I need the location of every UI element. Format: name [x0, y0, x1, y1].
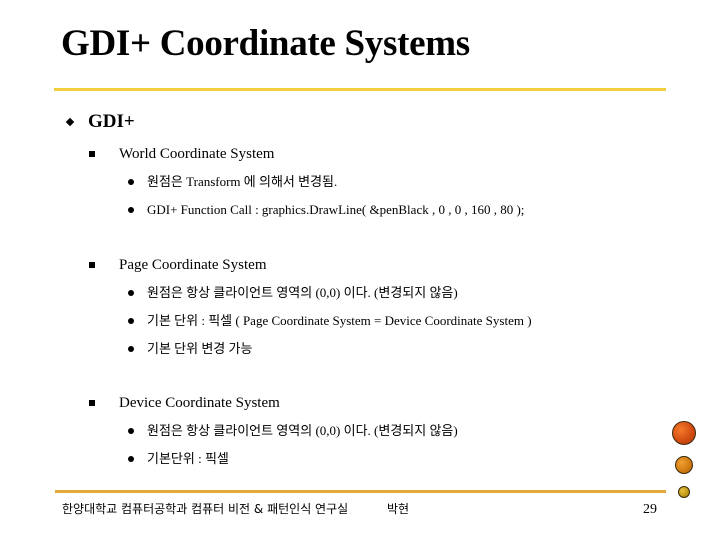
dot-bullet-icon	[128, 318, 134, 324]
dot-bullet-icon	[128, 346, 134, 352]
dot-bullet-icon	[128, 290, 134, 296]
section-label-world: World Coordinate System	[119, 146, 275, 162]
section-label-page: Page Coordinate System	[119, 257, 267, 273]
bullet-text: 기본 단위 : 픽셀 ( Page Coordinate System = De…	[147, 313, 532, 328]
bullet-text: 기본단위 : 픽셀	[147, 451, 229, 466]
bullet-text: 원점은 항상 클라이언트 영역의 (0,0) 이다. (변경되지 않음)	[147, 285, 458, 300]
dot-bullet-icon	[128, 207, 134, 213]
square-bullet-icon	[89, 400, 95, 406]
bullet-text: 원점은 Transform 에 의해서 변경됨.	[147, 174, 338, 189]
top-divider	[54, 88, 666, 91]
page-number: 29	[643, 502, 657, 517]
decor-circle-medium-icon	[675, 456, 693, 474]
bullet-text: 기본 단위 변경 가능	[147, 341, 253, 356]
outline-heading: GDI+	[88, 111, 135, 132]
decor-circle-large-icon	[672, 421, 696, 445]
square-bullet-icon	[89, 151, 95, 157]
bullet-text: GDI+ Function Call : graphics.DrawLine( …	[147, 202, 525, 217]
dot-bullet-icon	[128, 179, 134, 185]
square-bullet-icon	[89, 262, 95, 268]
diamond-bullet-icon	[65, 117, 75, 127]
footer-author: 박현	[387, 502, 410, 516]
slide-title: GDI+ Coordinate Systems	[61, 23, 470, 64]
decor-circle-small-icon	[678, 486, 690, 498]
section-label-device: Device Coordinate System	[119, 395, 280, 411]
dot-bullet-icon	[128, 428, 134, 434]
bullet-text: 원점은 항상 클라이언트 영역의 (0,0) 이다. (변경되지 않음)	[147, 423, 458, 438]
dot-bullet-icon	[128, 456, 134, 462]
footer-affiliation: 한양대학교 컴퓨터공학과 컴퓨터 비전 & 패턴인식 연구실	[62, 502, 349, 516]
bottom-divider	[55, 490, 666, 493]
